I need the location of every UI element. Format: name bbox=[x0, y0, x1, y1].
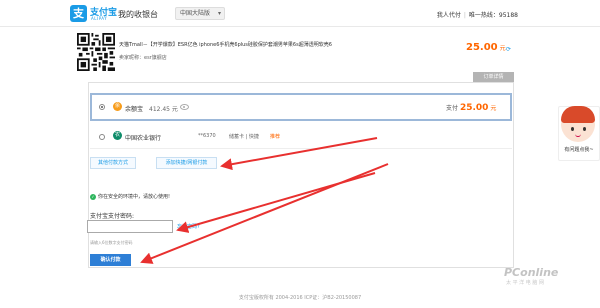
pay-label: 支付 bbox=[446, 105, 459, 112]
region-select[interactable]: 中国大陆版 ▾ bbox=[175, 7, 226, 20]
password-hint: 请输入6位数字支付密码 bbox=[90, 240, 133, 245]
alipay-logo-icon[interactable]: 支 bbox=[70, 5, 87, 22]
avatar-eye-right bbox=[583, 127, 586, 131]
abc-card-tail: **6370 bbox=[198, 133, 216, 139]
watermark-sub: 太 平 洋 电 脑 网 bbox=[506, 280, 544, 286]
help-avatar-hair bbox=[561, 106, 595, 123]
watermark: PConline bbox=[504, 266, 559, 279]
divider bbox=[90, 148, 512, 149]
yuebao-icon: 余 bbox=[113, 102, 122, 111]
order-amount: 25.00 元 bbox=[466, 42, 506, 53]
footer-copyright: 支付宝版权所有 2004-2016 ICP证：沪B2-20150087 bbox=[238, 295, 362, 301]
abc-bank-icon: 农 bbox=[113, 131, 122, 140]
other-methods-button[interactable]: 其他付款方式 bbox=[90, 157, 136, 169]
secure-text: 你在安全的环境中，请放心使用! bbox=[98, 194, 171, 200]
help-label[interactable]: 有问题点我~ bbox=[558, 146, 600, 156]
pay-amount: 支付 25.00 元 bbox=[446, 103, 496, 113]
abc-bank-name[interactable]: 中国农业银行 bbox=[125, 133, 161, 142]
yuebao-name: 余额宝 bbox=[125, 106, 144, 113]
radio-abc-bank[interactable] bbox=[99, 134, 105, 140]
page-title: 我的收银台 bbox=[118, 10, 158, 19]
check-icon: ✓ bbox=[90, 193, 96, 200]
password-label: 支付宝支付密码: bbox=[90, 213, 135, 220]
region-select-label: 中国大陆版 bbox=[180, 10, 211, 17]
order-title: 天猫Tmall－【开学爆款】ESR亿色 iphone6手机壳6plus硅胶保护套… bbox=[119, 42, 332, 48]
add-card-button[interactable]: 添加快捷/网银付款 bbox=[156, 157, 217, 169]
yuebao-balance: 412.45 元 bbox=[149, 106, 178, 113]
password-input[interactable] bbox=[87, 220, 173, 233]
logo-sub: ALIPAY bbox=[91, 16, 108, 21]
header-right: 我人代付 | 唯一热线：95188 bbox=[437, 10, 518, 19]
pay-amount-unit: 元 bbox=[490, 105, 497, 112]
forgot-password-link[interactable]: 忘记密码? bbox=[177, 223, 200, 230]
abc-card-type: 储蓄卡 | 快捷 bbox=[229, 134, 259, 140]
eye-icon[interactable] bbox=[180, 104, 189, 110]
radio-yuebao[interactable] bbox=[99, 104, 105, 110]
qr-code-icon bbox=[77, 33, 115, 71]
seller-name: 卖家昵称：esr旗舰店 bbox=[119, 55, 167, 61]
confirm-payment-button[interactable]: 确认付款 bbox=[90, 254, 131, 266]
secure-notice: ✓ 你在安全的环境中，请放心使用! bbox=[90, 193, 170, 200]
chevron-down-icon: ▾ bbox=[218, 10, 222, 17]
hotline: 唯一热线：95188 bbox=[468, 12, 518, 19]
order-detail-button[interactable]: 订单详情 bbox=[473, 72, 514, 82]
header-divider: | bbox=[463, 12, 466, 19]
refresh-icon[interactable]: ⟳ bbox=[506, 46, 511, 53]
order-amount-value: 25.00 bbox=[466, 42, 498, 53]
pay-amount-value: 25.00 bbox=[459, 103, 489, 113]
user-label[interactable]: 我人代付 bbox=[437, 12, 461, 19]
order-amount-unit: 元 bbox=[499, 45, 506, 52]
recommend-badge: 推荐 bbox=[270, 134, 281, 140]
avatar-eye-left bbox=[571, 127, 574, 131]
